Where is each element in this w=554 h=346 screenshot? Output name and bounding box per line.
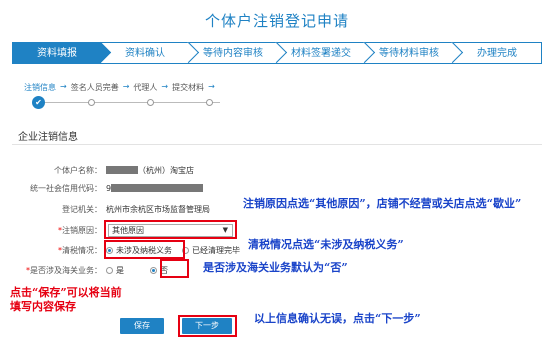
sub-progress-track: ✔	[30, 96, 225, 109]
step-content-review[interactable]: 等待内容审核	[189, 41, 288, 64]
save-button[interactable]: 保存	[120, 318, 164, 334]
page-title: 个体户注销登记申请	[204, 12, 349, 30]
step-data-entry[interactable]: 资料填报	[12, 41, 112, 64]
annotation-next: 以上信息确认无误，点击“下一步”	[254, 312, 421, 325]
radio-icon	[106, 266, 113, 274]
step-dot	[147, 99, 154, 106]
step-material-review[interactable]: 等待材料审核	[365, 41, 464, 64]
customs-label-text: 是否涉及海关业务：	[30, 265, 102, 275]
row-credit-code: 统一社会信用代码： 9	[0, 181, 204, 195]
step-data-confirm[interactable]: 资料确认	[101, 41, 200, 64]
step-label: 材料签署递交	[291, 48, 351, 59]
redacted-text	[106, 166, 138, 174]
tax-option-label: 已经清理完毕	[192, 245, 240, 255]
customs-radio-yes[interactable]: 是	[106, 265, 124, 276]
check-icon: ✔	[32, 96, 45, 109]
annotation-box-tax	[104, 240, 185, 259]
substep-signers[interactable]: 签名人员完善	[71, 82, 119, 93]
step-dot	[206, 99, 213, 106]
arrow-right-icon: →	[208, 82, 215, 91]
step-complete[interactable]: 办理完成	[453, 42, 542, 64]
track-line	[38, 102, 220, 103]
step-label: 资料填报	[37, 48, 77, 59]
tax-label: *清税情况：	[0, 245, 106, 256]
customs-label: *是否涉及海关业务：	[0, 265, 106, 276]
substep-submit[interactable]: 提交材料	[172, 82, 204, 93]
radio-selected-icon	[150, 266, 157, 274]
authority-label: 登记机关：	[62, 204, 102, 214]
credit-code-value: 9	[106, 184, 204, 193]
arrow-right-icon: →	[122, 82, 130, 91]
sub-progress: 注销信息 → 签名人员完善 → 代理人 → 提交材料 →	[24, 82, 215, 93]
step-label: 资料确认	[125, 48, 165, 59]
arrow-right-icon: →	[161, 82, 169, 91]
row-business-name: 个体户名称： （杭州）淘宝店	[0, 163, 194, 177]
step-sign-submit[interactable]: 材料签署递交	[277, 41, 376, 64]
annotation-tax: 清税情况点选“未涉及纳税义务”	[248, 238, 404, 251]
business-name-value: （杭州）淘宝店	[106, 165, 194, 176]
annotation-save: 点击“保存”可以将当前填写内容保存	[10, 286, 122, 313]
substep-agent[interactable]: 代理人	[133, 82, 157, 93]
annotation-box-customs	[160, 259, 189, 278]
row-authority: 登记机关： 杭州市余杭区市场监督管理局	[0, 202, 210, 216]
step-label: 等待材料审核	[379, 48, 439, 59]
annotation-reason: 注销原因点选“其他原因”，店铺不经营或关店点选“歇业”	[243, 197, 522, 210]
annotation-box-reason	[104, 220, 237, 239]
credit-code-label: 统一社会信用代码：	[30, 183, 102, 193]
row-reason: *注销原因：	[0, 223, 106, 237]
annotation-box-next	[178, 315, 237, 337]
section-title: 企业注销信息	[18, 132, 78, 143]
step-bar: 资料填报 资料确认 等待内容审核 材料签署递交 等待材料审核 办理完成	[12, 41, 542, 64]
arrow-right-icon: →	[60, 82, 67, 91]
authority-value: 杭州市余杭区市场监督管理局	[106, 204, 210, 214]
divider	[12, 144, 542, 145]
business-name-text: （杭州）淘宝店	[138, 165, 194, 175]
tax-radio-cleared[interactable]: 已经清理完毕	[182, 245, 240, 256]
substep-cancel-info[interactable]: 注销信息	[24, 82, 56, 93]
redacted-text	[111, 184, 204, 192]
tax-label-text: 清税情况：	[62, 245, 102, 255]
reason-label-text: 注销原因：	[62, 225, 102, 235]
reason-label: *注销原因：	[0, 225, 106, 236]
customs-option-label: 是	[116, 265, 124, 275]
step-label: 办理完成	[477, 48, 517, 59]
step-dot	[88, 99, 95, 106]
annotation-customs: 是否涉及海关业务默认为“否”	[203, 261, 348, 274]
row-customs: *是否涉及海关业务： 是 否	[0, 263, 178, 277]
step-label: 等待内容审核	[203, 48, 263, 59]
business-name-label: 个体户名称：	[54, 165, 102, 175]
